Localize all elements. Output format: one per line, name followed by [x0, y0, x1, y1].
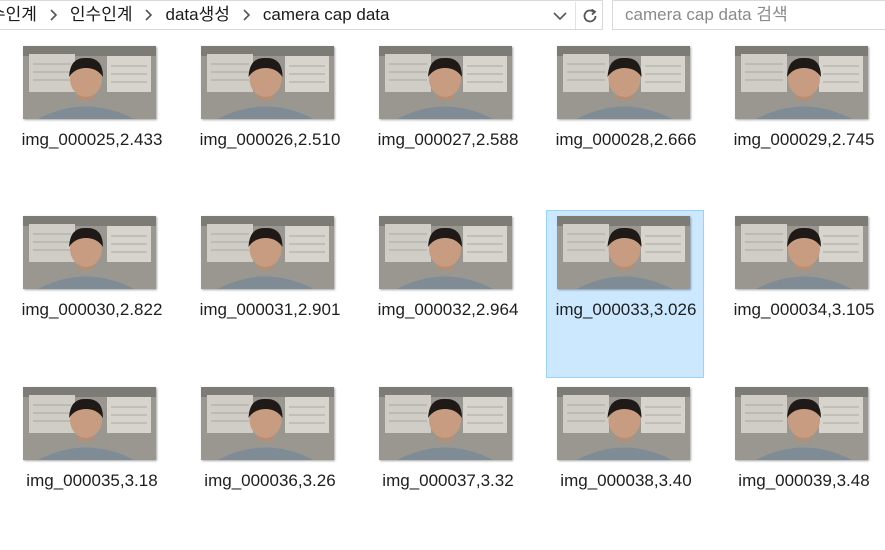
file-thumbnail	[735, 387, 868, 460]
chevron-right-icon[interactable]	[40, 9, 67, 21]
chevron-right-icon[interactable]	[135, 9, 162, 21]
file-thumbnail	[557, 46, 690, 119]
file-item[interactable]: img_000030,2.822	[13, 211, 171, 379]
file-thumbnail	[23, 387, 156, 460]
file-item[interactable]: img_000038,3.40	[547, 382, 705, 550]
file-item[interactable]: img_000025,2.433	[13, 41, 171, 209]
file-name-label: img_000036,3.26	[204, 471, 336, 490]
file-item[interactable]: img_000031,2.901	[191, 211, 349, 379]
file-name-label: img_000033,3.026	[555, 300, 697, 319]
file-thumbnail	[201, 216, 334, 289]
breadcrumb-item[interactable]: 수인계	[0, 1, 40, 29]
chevron-right-icon[interactable]	[233, 9, 260, 21]
file-thumbnail	[201, 46, 334, 119]
file-name-label: img_000035,3.18	[26, 471, 158, 490]
file-item[interactable]: img_000033,3.026	[546, 210, 704, 378]
file-name-label: img_000028,2.666	[555, 130, 697, 149]
file-name-label: img_000037,3.32	[382, 471, 514, 490]
file-name-label: img_000030,2.822	[21, 300, 163, 319]
file-item[interactable]: img_000036,3.26	[191, 382, 349, 550]
refresh-icon[interactable]	[575, 2, 602, 29]
file-item[interactable]: img_000035,3.18	[13, 382, 171, 550]
file-name-label: img_000039,3.48	[738, 471, 870, 490]
search-input[interactable]: camera cap data 검색	[612, 0, 885, 30]
file-name-label: img_000025,2.433	[21, 130, 163, 149]
chevron-down-icon[interactable]	[550, 7, 570, 25]
file-name-label: img_000032,2.964	[377, 300, 519, 319]
file-thumbnail	[23, 216, 156, 289]
breadcrumb-item-current[interactable]: camera cap data	[260, 1, 393, 29]
file-thumbnail	[379, 387, 512, 460]
file-item[interactable]: img_000034,3.105	[725, 211, 883, 379]
breadcrumb-item[interactable]: data생성	[162, 1, 232, 29]
file-name-label: img_000027,2.588	[377, 130, 519, 149]
file-item[interactable]: img_000026,2.510	[191, 41, 349, 209]
file-name-label: img_000026,2.510	[199, 130, 341, 149]
file-thumbnail	[379, 46, 512, 119]
address-bar[interactable]: 수인계 인수인계 data생성 camera cap data	[0, 0, 603, 30]
file-name-label: img_000038,3.40	[560, 471, 692, 490]
breadcrumb-item[interactable]: 인수인계	[67, 1, 136, 29]
file-name-label: img_000031,2.901	[199, 300, 341, 319]
file-name-label: img_000034,3.105	[733, 300, 875, 319]
file-item[interactable]: img_000039,3.48	[725, 382, 883, 550]
file-name-label: img_000029,2.745	[733, 130, 875, 149]
address-toolbar: 수인계 인수인계 data생성 camera cap data camera c…	[0, 0, 885, 32]
file-thumbnail	[735, 46, 868, 119]
file-thumbnail	[201, 387, 334, 460]
file-item[interactable]: img_000032,2.964	[369, 211, 527, 379]
file-thumbnail	[735, 216, 868, 289]
file-thumbnail	[379, 216, 512, 289]
file-item[interactable]: img_000037,3.32	[369, 382, 527, 550]
file-item[interactable]: img_000028,2.666	[547, 41, 705, 209]
file-item[interactable]: img_000029,2.745	[725, 41, 883, 209]
file-thumbnail	[23, 46, 156, 119]
file-item[interactable]: img_000027,2.588	[369, 41, 527, 209]
file-thumbnail	[557, 216, 690, 289]
file-thumbnail	[557, 387, 690, 460]
